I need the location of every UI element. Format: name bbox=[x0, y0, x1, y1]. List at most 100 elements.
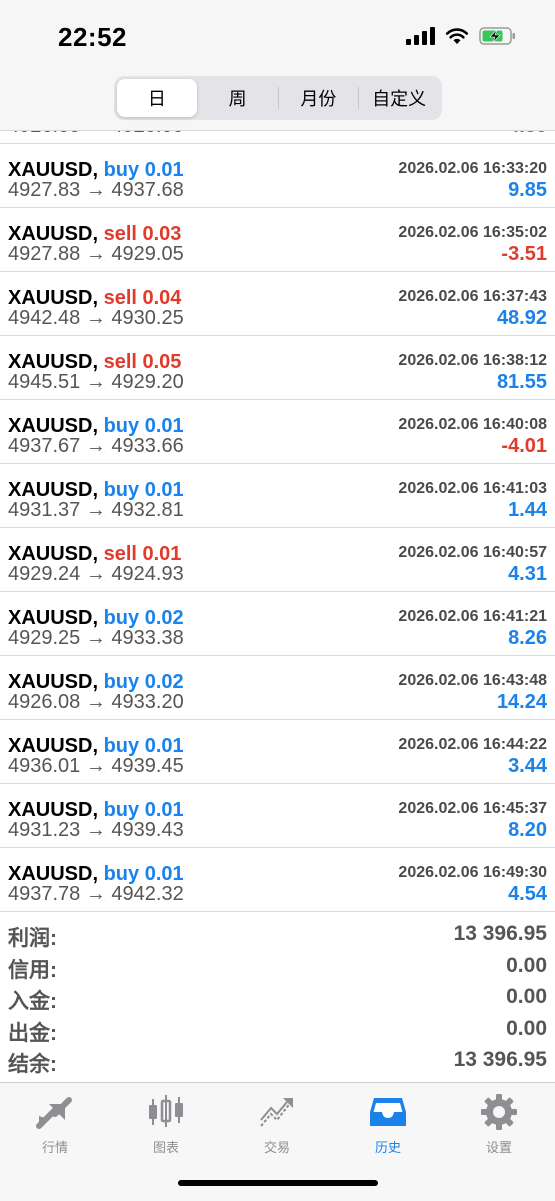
trade-profit: 4.31 bbox=[508, 563, 547, 585]
symbol-name: XAUUSD, bbox=[8, 671, 99, 693]
trade-date: 2026.02.06 16:41:21 bbox=[398, 608, 547, 625]
trade-side: buy 0.01 bbox=[104, 799, 184, 821]
trade-direction: sell bbox=[103, 543, 137, 565]
candlestick-chart-icon bbox=[116, 1091, 216, 1133]
trade-row[interactable]: XAUUSD, buy 0.02 2026.02.06 16:41:21 4929.… bbox=[0, 592, 555, 656]
trade-lots: 0.02 bbox=[144, 607, 184, 629]
trade-row[interactable]: XAUUSD, sell 0.04 2026.02.06 16:37:43 4942… bbox=[0, 272, 555, 336]
trade-lots: 0.01 bbox=[144, 799, 184, 821]
trade-profit: 3.44 bbox=[508, 755, 547, 777]
trade-lots: 0.01 bbox=[144, 735, 184, 757]
summary-value: 0.00 bbox=[506, 985, 547, 1008]
symbol-name: XAUUSD, bbox=[8, 223, 99, 245]
wifi-icon bbox=[445, 27, 469, 45]
trade-date: 2026.02.06 16:41:03 bbox=[398, 480, 547, 497]
segment-day[interactable]: 日 bbox=[117, 79, 197, 117]
tab-label: 历史 bbox=[374, 1140, 401, 1155]
trade-row[interactable]: XAUUSD, sell 0.05 2026.02.06 16:38:12 4945… bbox=[0, 336, 555, 400]
trade-trend-icon bbox=[227, 1091, 327, 1133]
summary-label: 入金: bbox=[8, 990, 57, 1013]
trade-profit: 81.55 bbox=[496, 371, 547, 393]
settings-gear-icon bbox=[449, 1091, 549, 1133]
symbol-name: XAUUSD, bbox=[8, 863, 99, 885]
period-segmented-control: 日 周 月份 自定义 bbox=[114, 76, 442, 120]
trade-row[interactable]: XAUUSD, buy 0.01 2026.02.06 16:40:08 4937.… bbox=[0, 400, 555, 464]
trade-prices: 4929.24 → 4924.93 bbox=[8, 563, 184, 585]
home-indicator bbox=[178, 1180, 378, 1186]
summary-value: 13 396.95 bbox=[453, 1048, 547, 1071]
trade-history-list[interactable]: 4926.80 → 4926.00 4.80 XAUUSD, buy 0.012… bbox=[0, 100, 555, 912]
symbol-name: XAUUSD, bbox=[8, 479, 99, 501]
trade-direction: buy bbox=[103, 415, 140, 437]
trade-row[interactable]: XAUUSD, buy 0.01 2026.02.06 16:41:03 4931.… bbox=[0, 464, 555, 528]
trade-date: 2026.02.06 16:35:02 bbox=[398, 224, 547, 241]
trade-row[interactable]: XAUUSD, buy 0.01 2026.02.06 16:49:30 4937.… bbox=[0, 848, 555, 912]
trade-profit: 8.26 bbox=[508, 627, 547, 649]
trade-date: 2026.02.06 16:40:08 bbox=[398, 416, 547, 433]
trade-prices: 4929.25 → 4933.38 bbox=[8, 627, 184, 649]
tab-label: 交易 bbox=[263, 1140, 290, 1155]
trade-lots: 0.01 bbox=[144, 479, 184, 501]
trade-direction: buy bbox=[103, 671, 140, 693]
symbol-name: XAUUSD, bbox=[8, 735, 99, 757]
trade-row[interactable]: XAUUSD, buy 0.02 2026.02.06 16:43:48 4926.… bbox=[0, 656, 555, 720]
trade-profit: 48.92 bbox=[496, 307, 547, 329]
summary-value: 0.00 bbox=[506, 1016, 547, 1040]
summary-deposit: 入金: 0.00 bbox=[0, 983, 555, 1015]
battery-charging-icon bbox=[479, 26, 517, 46]
segment-month[interactable]: 月份 bbox=[279, 79, 359, 117]
trade-prices: 4937.78 → 4942.32 bbox=[8, 883, 184, 905]
trade-date: 2026.02.06 16:45:37 bbox=[398, 800, 547, 817]
trade-side: buy 0.02 bbox=[104, 607, 184, 629]
symbol-name: XAUUSD, bbox=[8, 543, 99, 565]
trade-profit: 8.20 bbox=[508, 819, 547, 841]
symbol-name: XAUUSD, bbox=[8, 287, 99, 309]
trade-lots: 0.04 bbox=[142, 287, 182, 309]
trade-lots: 0.01 bbox=[144, 159, 184, 181]
summary-credit: 信用: 0.00 bbox=[0, 952, 555, 984]
trade-profit: -3.51 bbox=[501, 243, 547, 265]
tab-chart[interactable]: 图表 bbox=[116, 1091, 216, 1156]
trade-side: buy 0.01 bbox=[104, 415, 184, 437]
trade-prices: 4927.83 → 4937.68 bbox=[8, 179, 184, 201]
symbol-name: XAUUSD, bbox=[8, 351, 99, 373]
segment-week[interactable]: 周 bbox=[198, 79, 278, 117]
trade-prices: 4936.01 → 4939.45 bbox=[8, 755, 184, 777]
trade-row[interactable]: XAUUSD, sell 0.03 2026.02.06 16:35:02 4927… bbox=[0, 208, 555, 272]
trade-profit: 4.54 bbox=[508, 883, 547, 905]
symbol-name: XAUUSD, bbox=[8, 607, 99, 629]
trade-lots: 0.02 bbox=[144, 671, 184, 693]
tab-quotes[interactable]: 行情 bbox=[5, 1091, 105, 1156]
trade-direction: buy bbox=[103, 863, 140, 885]
trade-lots: 0.01 bbox=[142, 543, 182, 565]
trade-prices: 4931.23 → 4939.43 bbox=[8, 819, 184, 841]
trade-row[interactable]: XAUUSD, buy 0.01 2026.02.06 16:45:37 4931.… bbox=[0, 784, 555, 848]
trade-direction: sell bbox=[103, 287, 137, 309]
trade-direction: buy bbox=[103, 735, 140, 757]
summary-label: 出金: bbox=[8, 1021, 57, 1045]
tab-history[interactable]: 历史 bbox=[338, 1091, 438, 1156]
tab-trade[interactable]: 交易 bbox=[227, 1091, 327, 1156]
symbol-name: XAUUSD, bbox=[8, 159, 99, 181]
trade-side: sell 0.04 bbox=[104, 287, 182, 309]
trade-prices: 4945.51 → 4929.20 bbox=[8, 371, 184, 393]
trade-row[interactable]: XAUUSD, buy 0.01 2026.02.06 16:44:22 4936.… bbox=[0, 720, 555, 784]
trade-row[interactable]: XAUUSD, buy 0.01 2026.02.06 16:33:20 4927.… bbox=[0, 144, 555, 208]
trade-date: 2026.02.06 16:44:22 bbox=[398, 736, 547, 753]
summary-label: 信用: bbox=[8, 958, 57, 982]
trade-date: 2026.02.06 16:49:30 bbox=[398, 864, 547, 881]
trade-side: buy 0.01 bbox=[104, 159, 184, 181]
trade-profit: 1.44 bbox=[508, 499, 547, 521]
trade-date: 2026.02.06 16:33:20 bbox=[398, 160, 547, 177]
symbol-name: XAUUSD, bbox=[8, 799, 99, 821]
summary-value: 13 396.95 bbox=[453, 922, 547, 945]
summary-withdrawal: 出金: 0.00 bbox=[0, 1015, 555, 1047]
trade-date: 2026.02.06 16:43:48 bbox=[398, 672, 547, 689]
trade-row[interactable]: XAUUSD, sell 0.01 2026.02.06 16:40:57 4929… bbox=[0, 528, 555, 592]
segment-custom[interactable]: 自定义 bbox=[359, 79, 439, 117]
trade-side: buy 0.01 bbox=[104, 863, 184, 885]
history-inbox-icon bbox=[338, 1091, 438, 1133]
trade-side: sell 0.03 bbox=[104, 223, 182, 245]
trade-date: 2026.02.06 16:37:43 bbox=[398, 288, 547, 305]
tab-settings[interactable]: 设置 bbox=[449, 1091, 549, 1156]
